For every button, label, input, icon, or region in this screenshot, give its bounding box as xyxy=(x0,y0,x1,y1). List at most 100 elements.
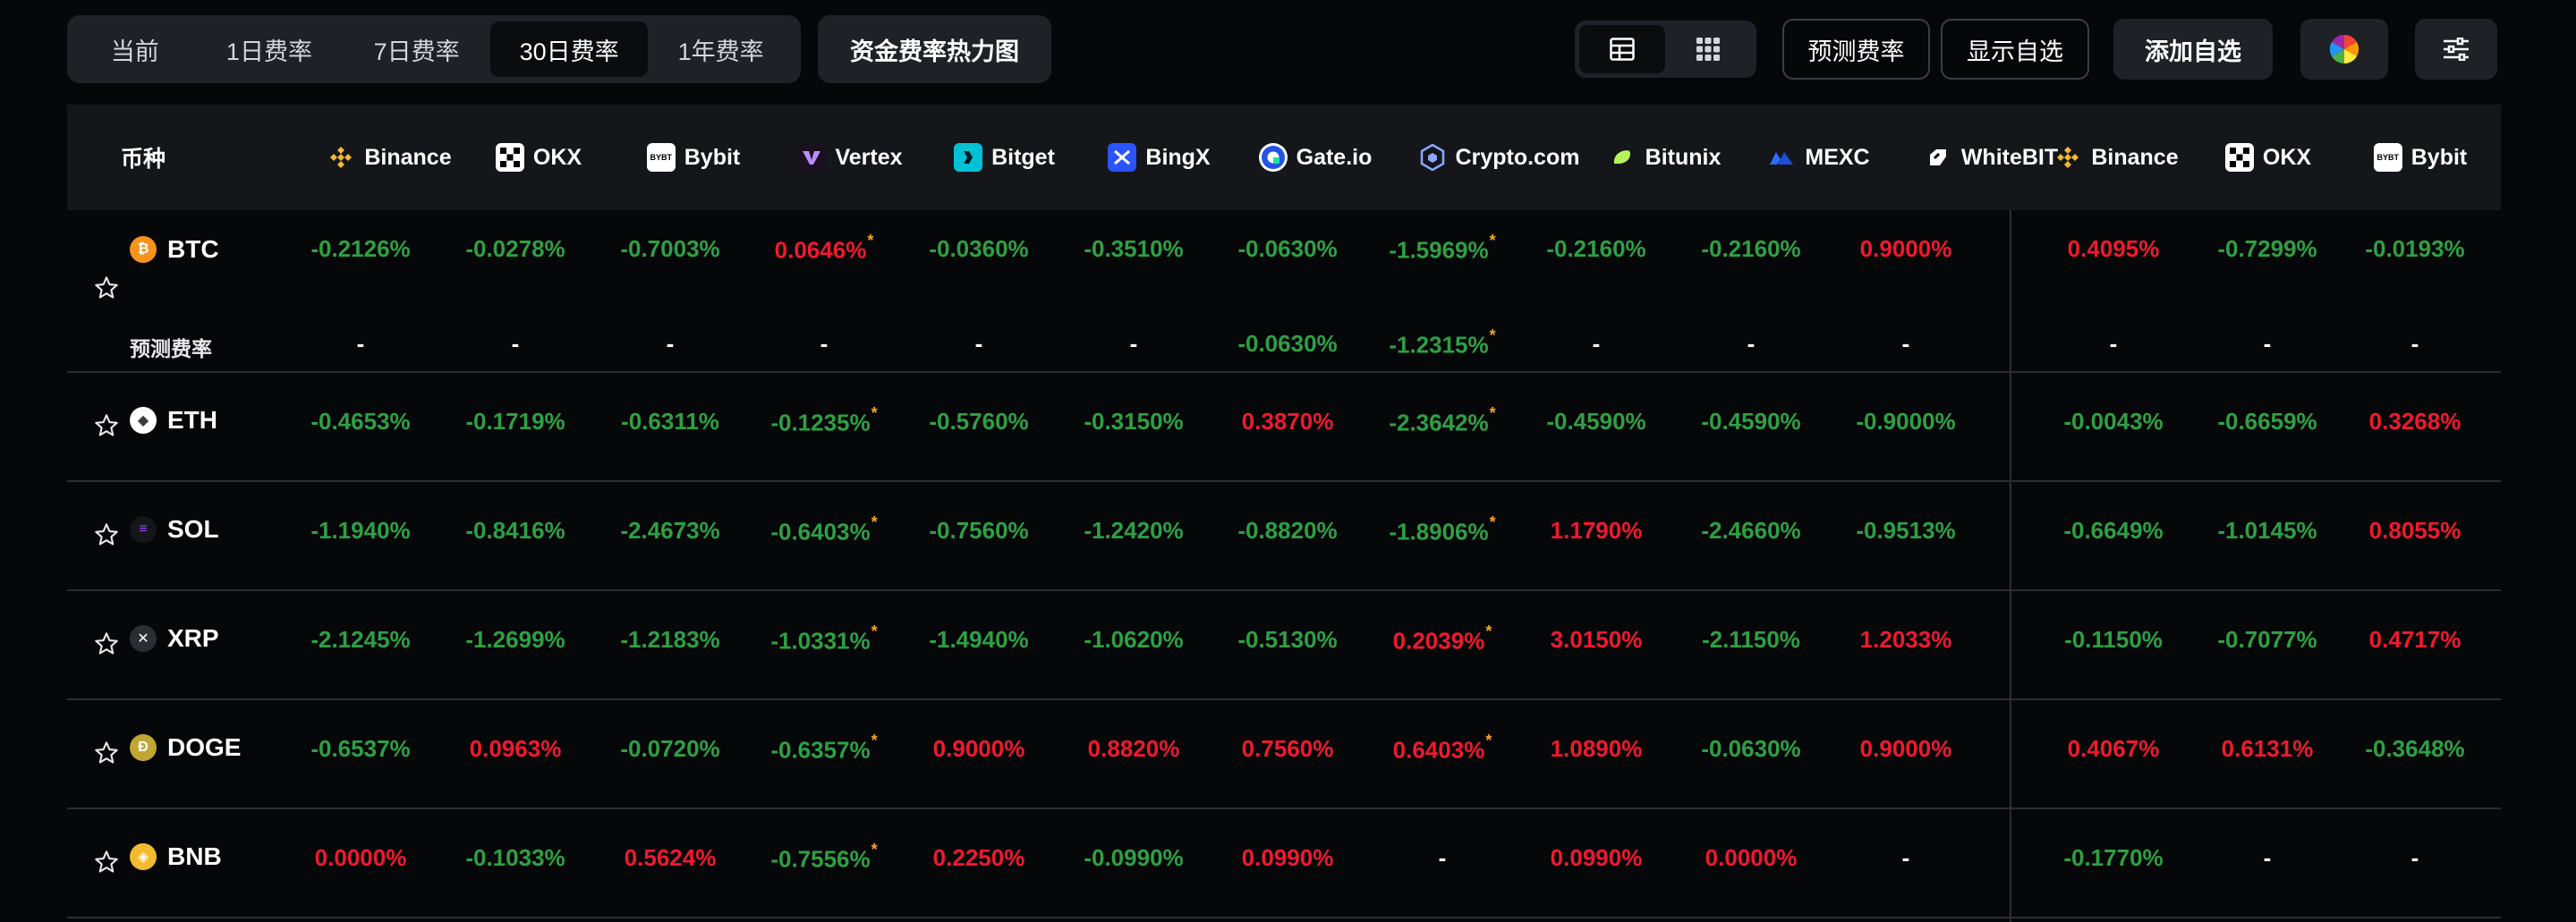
favorite-star-icon[interactable] xyxy=(94,522,119,547)
tab-current[interactable]: 当前 xyxy=(74,21,196,77)
rate-cell[interactable]: 0.8055% xyxy=(2369,517,2461,545)
tab-30d-rate[interactable]: 30日费率 xyxy=(489,21,649,77)
rate-cell[interactable]: -0.1719% xyxy=(465,408,565,436)
exchange-header-mexc[interactable]: MEXC xyxy=(1749,105,1888,210)
rate-cell[interactable]: 0.0963% xyxy=(470,735,562,763)
rate-cell[interactable]: 0.9000% xyxy=(1860,235,1952,263)
exchange-header-bingx[interactable]: BingX xyxy=(1085,105,1233,210)
rate-cell[interactable]: 3.0150% xyxy=(1551,626,1643,654)
rate-cell[interactable]: -0.7556%* xyxy=(770,841,877,874)
color-scheme-button[interactable] xyxy=(2300,19,2388,80)
predict-rate-button[interactable]: 预测费率 xyxy=(1782,19,1930,80)
rate-cell[interactable]: -0.6659% xyxy=(2217,408,2317,436)
rate-cell[interactable]: 0.2039%* xyxy=(1393,622,1492,656)
exchange-header-bitget[interactable]: Bitget xyxy=(931,105,1078,210)
rate-cell[interactable]: - xyxy=(1747,330,1756,358)
rate-cell[interactable]: 0.4067% xyxy=(2068,735,2160,763)
rate-cell[interactable]: -1.2315%* xyxy=(1389,326,1495,359)
rate-cell[interactable]: -0.0630% xyxy=(1237,330,1337,358)
favorite-star-icon[interactable] xyxy=(94,631,119,656)
rate-cell[interactable]: - xyxy=(512,330,520,358)
rate-cell[interactable]: -1.2699% xyxy=(465,626,565,654)
rate-cell[interactable]: 0.0990% xyxy=(1551,844,1643,872)
rate-cell[interactable]: -0.0990% xyxy=(1084,844,1183,872)
tab-1d-rate[interactable]: 1日费率 xyxy=(196,21,344,77)
rate-cell[interactable]: -0.6537% xyxy=(310,735,410,763)
exchange-header-binance-2[interactable]: Binance xyxy=(2031,105,2201,210)
rate-cell[interactable]: -1.8906%* xyxy=(1389,513,1495,546)
rate-cell[interactable]: - xyxy=(1902,844,1910,872)
rate-cell[interactable]: -0.7299% xyxy=(2217,235,2317,263)
rate-cell[interactable]: -0.5130% xyxy=(1237,626,1337,654)
rate-cell[interactable]: -0.2126% xyxy=(310,235,410,263)
coin-name[interactable]: ◆ ETH xyxy=(130,406,217,435)
funding-heatmap-button[interactable]: 资金费率热力图 xyxy=(818,15,1051,83)
rate-cell[interactable]: -2.3642%* xyxy=(1389,404,1495,437)
rate-cell[interactable]: - xyxy=(2411,844,2419,872)
exchange-header-okx-2[interactable]: OKX xyxy=(2201,105,2335,210)
rate-cell[interactable]: - xyxy=(1902,330,1910,358)
rate-cell[interactable]: -0.3648% xyxy=(2365,735,2464,763)
rate-cell[interactable]: -0.4653% xyxy=(310,408,410,436)
rate-cell[interactable]: 1.1790% xyxy=(1551,517,1643,545)
exchange-header-bitunix[interactable]: Bitunix xyxy=(1588,105,1740,210)
rate-cell[interactable]: - xyxy=(1439,844,1447,872)
rate-cell[interactable]: -1.0331%* xyxy=(770,622,877,656)
rate-cell[interactable]: -1.5969%* xyxy=(1389,232,1495,265)
rate-cell[interactable]: -0.0278% xyxy=(465,235,565,263)
rate-cell[interactable]: -0.0043% xyxy=(2063,408,2163,436)
favorite-star-icon[interactable] xyxy=(94,275,119,300)
rate-cell[interactable]: - xyxy=(2264,844,2272,872)
table-view-button[interactable] xyxy=(1579,25,1665,73)
rate-cell[interactable]: 1.2033% xyxy=(1860,626,1952,654)
rate-cell[interactable]: 0.0000% xyxy=(315,844,407,872)
coin-name[interactable]: Ð DOGE xyxy=(130,733,241,762)
rate-cell[interactable]: - xyxy=(2411,330,2419,358)
rate-cell[interactable]: 0.4717% xyxy=(2369,626,2461,654)
rate-cell[interactable]: 0.4095% xyxy=(2068,235,2160,263)
filter-settings-button[interactable] xyxy=(2415,19,2497,80)
grid-view-button[interactable] xyxy=(1665,25,1751,73)
rate-cell[interactable]: -0.3150% xyxy=(1084,408,1183,436)
rate-cell[interactable]: 0.9000% xyxy=(1860,735,1952,763)
rate-cell[interactable]: 0.7560% xyxy=(1242,735,1334,763)
rate-cell[interactable]: -0.7003% xyxy=(620,235,719,263)
favorite-star-icon[interactable] xyxy=(94,413,119,438)
rate-cell[interactable]: 0.6403%* xyxy=(1393,732,1492,765)
rate-cell[interactable]: 1.0890% xyxy=(1551,735,1643,763)
exchange-header-bybit[interactable]: BYBT Bybit xyxy=(626,105,761,210)
rate-cell[interactable]: -0.7077% xyxy=(2217,626,2317,654)
coin-name[interactable]: ✕ XRP xyxy=(130,624,219,653)
show-favorites-button[interactable]: 显示自选 xyxy=(1941,19,2089,80)
rate-cell[interactable]: 0.3870% xyxy=(1242,408,1334,436)
rate-cell[interactable]: 0.0646%* xyxy=(775,232,874,265)
rate-cell[interactable]: -0.6403%* xyxy=(770,513,877,546)
rate-cell[interactable]: 0.0000% xyxy=(1705,844,1798,872)
rate-cell[interactable]: -0.1150% xyxy=(2064,626,2163,654)
rate-cell[interactable]: 0.0990% xyxy=(1242,844,1334,872)
rate-cell[interactable]: -0.9513% xyxy=(1856,517,1955,545)
rate-cell[interactable]: 0.9000% xyxy=(933,735,1025,763)
rate-cell[interactable]: - xyxy=(1130,330,1138,358)
rate-cell[interactable]: -0.2160% xyxy=(1546,235,1645,263)
rate-cell[interactable]: -1.0620% xyxy=(1084,626,1183,654)
rate-cell[interactable]: -0.4590% xyxy=(1546,408,1645,436)
rate-cell[interactable]: - xyxy=(975,330,983,358)
rate-cell[interactable]: -0.8820% xyxy=(1237,517,1337,545)
rate-cell[interactable]: 0.2250% xyxy=(933,844,1025,872)
rate-cell[interactable]: -2.1245% xyxy=(310,626,410,654)
rate-cell[interactable]: -0.6311% xyxy=(621,408,719,436)
rate-cell[interactable]: - xyxy=(820,330,829,358)
rate-cell[interactable]: -0.0630% xyxy=(1237,235,1337,263)
rate-cell[interactable]: -2.4673% xyxy=(620,517,719,545)
rate-cell[interactable]: -0.6357%* xyxy=(770,732,877,765)
coin-name[interactable]: ₿ BTC xyxy=(130,235,219,264)
rate-cell[interactable]: -1.4940% xyxy=(929,626,1028,654)
rate-cell[interactable]: - xyxy=(2264,330,2272,358)
rate-cell[interactable]: -1.2420% xyxy=(1084,517,1183,545)
rate-cell[interactable]: -1.1940% xyxy=(310,517,410,545)
favorite-star-icon[interactable] xyxy=(94,850,119,875)
rate-cell[interactable]: -0.1770% xyxy=(2063,844,2163,872)
rate-cell[interactable]: - xyxy=(2110,330,2118,358)
add-favorites-button[interactable]: 添加自选 xyxy=(2113,19,2273,80)
